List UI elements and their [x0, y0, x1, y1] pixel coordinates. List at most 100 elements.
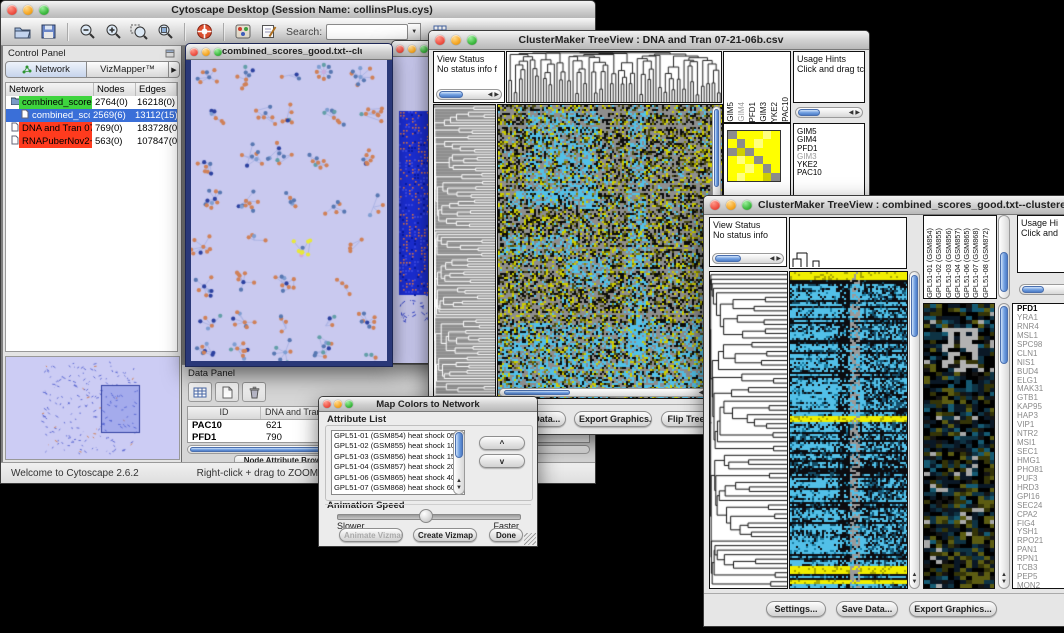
- tab-vizmapper[interactable]: VizMapper™: [87, 61, 169, 78]
- zoom-fit-icon[interactable]: [154, 22, 176, 42]
- attribute-list-item[interactable]: GPL51-03 (GSM856) heat shock 15 min: [332, 452, 464, 462]
- open-folder-icon[interactable]: [11, 22, 33, 42]
- create-vizmap-button[interactable]: Create Vizmap: [413, 528, 477, 542]
- gene-label[interactable]: MON2: [1015, 582, 1064, 589]
- save-icon[interactable]: [37, 22, 59, 42]
- treeview2-row-dendrogram[interactable]: [709, 271, 788, 589]
- network-view-window[interactable]: combined_scores_good.txt--cluste...: [185, 43, 393, 367]
- heatmap-column-label[interactable]: GPL51-07 (GSM868): [971, 228, 980, 298]
- heatmap-column-label[interactable]: GPL51-08 (GSM872): [981, 228, 990, 298]
- usage-hints-hscrollbar[interactable]: ◀▶: [795, 107, 863, 118]
- animate-vizmap-button[interactable]: Animate Vizmap: [339, 528, 403, 542]
- zoom-window-icon[interactable]: [39, 5, 49, 15]
- minimize-icon[interactable]: [726, 200, 736, 210]
- network-list-row[interactable]: combined_sco2569(6)13112(15): [6, 109, 177, 122]
- close-icon[interactable]: [710, 200, 720, 210]
- attribute-list-item[interactable]: GPL51-01 (GSM854) heat shock 05 min: [332, 431, 464, 441]
- heatmap-column-label[interactable]: YKE2: [770, 102, 780, 122]
- heatmap-column-label[interactable]: GPL51-03 (GSM856): [944, 228, 953, 298]
- network-column-header[interactable]: Edges: [136, 83, 177, 96]
- column-labels-vscrollbar[interactable]: [998, 215, 1010, 299]
- minimize-icon[interactable]: [408, 45, 416, 53]
- attribute-list-item[interactable]: GPL51-07 (GSM868) heat shock 60 min: [332, 483, 464, 493]
- main-title-bar[interactable]: Cytoscape Desktop (Session Name: collins…: [1, 1, 595, 19]
- close-icon[interactable]: [190, 48, 198, 56]
- view-status-hscrollbar[interactable]: ◀▶: [712, 253, 784, 264]
- zoom-out-icon[interactable]: [76, 22, 98, 42]
- correlation-mini-heatmap[interactable]: [727, 130, 781, 182]
- save-data-button[interactable]: Save Data...: [836, 601, 898, 617]
- minimize-icon[interactable]: [23, 5, 33, 15]
- close-icon[interactable]: [7, 5, 17, 15]
- attribute-list-item[interactable]: GPL51-02 (GSM855) heat shock 10 min: [332, 441, 464, 451]
- move-up-button[interactable]: ^: [479, 436, 525, 450]
- new-attribute-icon[interactable]: [215, 382, 239, 402]
- zoom-window-icon[interactable]: [214, 48, 222, 56]
- attribute-list[interactable]: GPL51-01 (GSM854) heat shock 05 minGPL51…: [331, 430, 465, 495]
- heatmap-column-label[interactable]: GIM4: [737, 102, 747, 122]
- treeview-window-combined[interactable]: ClusterMaker TreeView : combined_scores_…: [703, 195, 1064, 627]
- move-down-button[interactable]: v: [479, 454, 525, 468]
- minimize-icon[interactable]: [451, 35, 461, 45]
- network-list-row[interactable]: DNA and Tran 07769(0)183728(0): [6, 122, 177, 135]
- settings-button[interactable]: Settings...: [766, 601, 826, 617]
- help-ring-icon[interactable]: [193, 22, 215, 42]
- treeview2-heatmap[interactable]: [789, 271, 908, 589]
- minimize-icon[interactable]: [202, 48, 210, 56]
- treeview1-column-dendrogram[interactable]: [506, 51, 722, 103]
- search-dropdown-button[interactable]: ▼: [408, 23, 421, 41]
- network-list-row[interactable]: RNAPuberNov2+563(0)107847(0): [6, 135, 177, 148]
- zoom-vscrollbar[interactable]: ▲▼: [998, 303, 1010, 589]
- select-attributes-icon[interactable]: [188, 382, 212, 402]
- search-input[interactable]: [326, 24, 408, 40]
- network-column-header[interactable]: Network: [6, 83, 94, 96]
- attribute-list-vscrollbar[interactable]: ▲▼: [453, 430, 465, 495]
- heatmap-column-label[interactable]: GIM3: [759, 102, 769, 122]
- zoom-window-icon[interactable]: [467, 35, 477, 45]
- network-list-header[interactable]: NetworkNodesEdges: [6, 83, 177, 96]
- zoom-window-icon[interactable]: [345, 400, 353, 408]
- close-icon[interactable]: [435, 35, 445, 45]
- close-icon[interactable]: [323, 400, 331, 408]
- treeview1-row-dendrogram[interactable]: [433, 104, 496, 399]
- treeview1-heatmap[interactable]: ▲▼ ◀▶: [497, 104, 723, 399]
- zoom-window-icon[interactable]: [420, 45, 428, 53]
- float-panel-icon[interactable]: [165, 49, 175, 58]
- tab-network[interactable]: Network: [5, 61, 87, 78]
- export-graphics-button[interactable]: Export Graphics...: [574, 411, 652, 427]
- zoom-in-icon[interactable]: [102, 22, 124, 42]
- column-header-id[interactable]: ID: [188, 407, 261, 419]
- zoom-window-icon[interactable]: [742, 200, 752, 210]
- treeview2-column-dendrogram[interactable]: [789, 217, 907, 269]
- network-overview-panel[interactable]: [5, 356, 180, 460]
- heatmap-vscrollbar[interactable]: ▲▼: [909, 271, 920, 589]
- view-status-hscrollbar[interactable]: ◀▶: [436, 89, 502, 100]
- resize-grip[interactable]: [524, 533, 536, 545]
- map-colors-dialog[interactable]: Map Colors to Network Attribute List GPL…: [318, 396, 538, 547]
- export-graphics-button[interactable]: Export Graphics...: [909, 601, 997, 617]
- heatmap-column-label[interactable]: GPL51-02 (GSM855): [934, 228, 943, 298]
- close-icon[interactable]: [396, 45, 404, 53]
- tab-overflow-arrow[interactable]: ▶: [169, 61, 180, 78]
- attribute-list-item[interactable]: GPL51-06 (GSM865) heat shock 40 min: [332, 473, 464, 483]
- treeview2-gene-list[interactable]: PFD1YRA1RNR4MSL1SPC98CLN1NIS1BUD4ELG1MAK…: [1012, 303, 1064, 589]
- network-column-header[interactable]: Nodes: [94, 83, 136, 96]
- usage-hints-hscrollbar[interactable]: ◀▶: [1019, 284, 1064, 295]
- heatmap-column-label[interactable]: GPL51-01 (GSM854): [925, 228, 934, 298]
- annotation-icon[interactable]: [258, 22, 280, 42]
- attribute-list-item[interactable]: GPL51-04 (GSM857) heat shock 20 min: [332, 462, 464, 472]
- heatmap-row-label[interactable]: PAC10: [797, 169, 864, 177]
- network-list-row[interactable]: combined_scores2764(0)16218(0): [6, 96, 177, 109]
- heatmap-column-label[interactable]: GIM5: [726, 102, 736, 122]
- heatmap-column-label[interactable]: PAC10: [781, 97, 791, 122]
- zoom-selected-region-icon[interactable]: [128, 22, 150, 42]
- heatmap-column-label[interactable]: PFD1: [748, 102, 758, 122]
- vizmapper-palette-icon[interactable]: [232, 22, 254, 42]
- dense-network-canvas[interactable]: [398, 63, 431, 363]
- heatmap-column-label[interactable]: GPL51-04 (GSM857): [953, 228, 962, 298]
- slider-thumb[interactable]: [419, 509, 433, 523]
- delete-attribute-trash-icon[interactable]: [242, 382, 266, 402]
- minimize-icon[interactable]: [334, 400, 342, 408]
- network-graph-canvas[interactable]: [191, 60, 387, 361]
- treeview2-zoom-heatmap[interactable]: [923, 303, 995, 589]
